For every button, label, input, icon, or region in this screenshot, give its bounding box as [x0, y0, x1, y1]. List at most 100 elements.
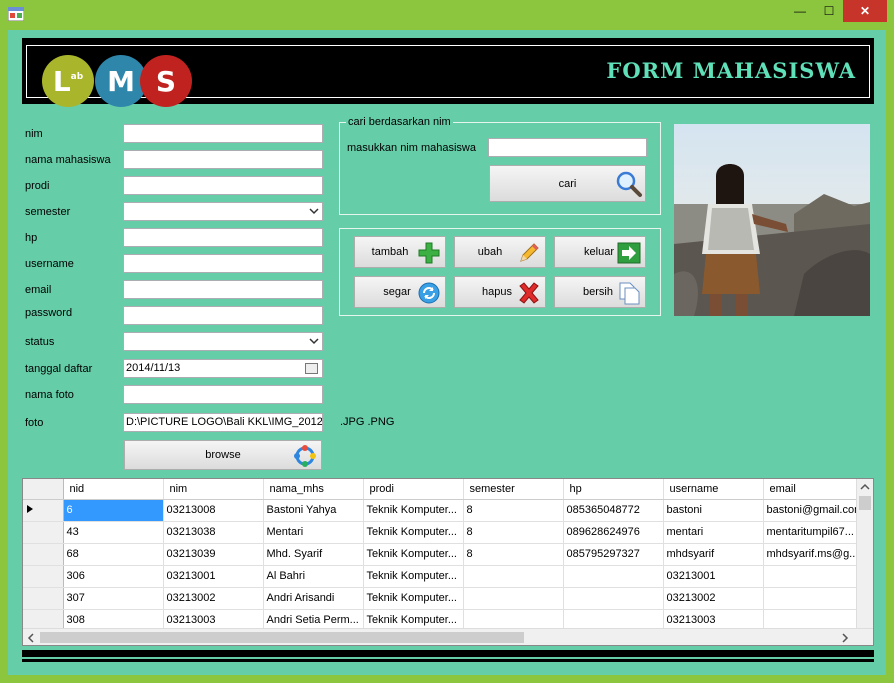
pencil-icon — [520, 243, 539, 262]
column-header[interactable]: email — [763, 479, 868, 500]
table-cell[interactable]: mentaritumpil67... — [763, 521, 868, 544]
table-cell[interactable] — [763, 565, 868, 588]
column-header[interactable]: semester — [463, 479, 564, 500]
table-cell[interactable]: mhdsyarif.ms@g... — [763, 543, 868, 566]
table-row[interactable]: 307 03213002 Andri Arisandi Teknik Komputer… — [23, 587, 868, 610]
refresh-icon — [418, 282, 440, 304]
calendar-icon[interactable] — [305, 363, 318, 374]
search-group-legend: cari berdasarkan nim — [346, 116, 453, 128]
username-input[interactable] — [123, 254, 323, 273]
nim-input[interactable] — [123, 124, 323, 143]
table-cell[interactable]: 307 — [63, 587, 164, 610]
table-cell[interactable] — [763, 587, 868, 610]
table-cell[interactable]: bastoni — [663, 499, 764, 522]
table-cell[interactable]: 03213002 — [663, 587, 764, 610]
tambah-button[interactable]: tambah — [354, 236, 446, 268]
table-cell[interactable] — [563, 587, 664, 610]
column-header[interactable]: prodi — [363, 479, 464, 500]
table-cell[interactable]: 03213001 — [663, 565, 764, 588]
table-row[interactable]: 306 03213001 Al Bahri Teknik Komputer... 032… — [23, 565, 868, 588]
table-cell[interactable] — [463, 587, 564, 610]
column-header[interactable]: nim — [163, 479, 264, 500]
vertical-scroll-thumb[interactable] — [859, 496, 871, 510]
ubah-button[interactable]: ubah — [454, 236, 546, 268]
table-cell[interactable] — [563, 565, 664, 588]
table-row[interactable]: 6 03213008 Bastoni Yahya Teknik Komputer...… — [23, 499, 868, 522]
status-select[interactable] — [123, 332, 323, 351]
search-nim-input[interactable] — [488, 138, 647, 157]
table-cell[interactable]: Teknik Komputer... — [363, 587, 464, 610]
table-cell[interactable]: Teknik Komputer... — [363, 521, 464, 544]
column-header[interactable]: hp — [563, 479, 664, 500]
table-cell[interactable]: 03213001 — [163, 565, 264, 588]
mahasiswa-data-grid[interactable]: nid nim nama_mhs prodi semester hp usern… — [22, 478, 874, 646]
table-cell[interactable]: 8 — [463, 499, 564, 522]
semester-select[interactable] — [123, 202, 323, 221]
close-button[interactable]: ✕ — [843, 0, 887, 22]
email-input[interactable] — [123, 280, 323, 299]
browse-button[interactable]: browse — [124, 440, 322, 470]
table-cell[interactable]: Teknik Komputer... — [363, 499, 464, 522]
table-cell[interactable]: 8 — [463, 521, 564, 544]
table-header-row: nid nim nama_mhs prodi semester hp usern… — [23, 479, 868, 500]
foto-path-input[interactable]: D:\PICTURE LOGO\Bali KKL\IMG_2012 — [123, 413, 323, 432]
bersih-button[interactable]: bersih — [554, 276, 646, 308]
table-cell[interactable]: 085365048772 — [563, 499, 664, 522]
cari-button[interactable]: cari — [489, 165, 646, 202]
vertical-scrollbar[interactable] — [856, 479, 873, 630]
table-cell[interactable]: mhdsyarif — [663, 543, 764, 566]
nama-mahasiswa-input[interactable] — [123, 150, 323, 169]
horizontal-scroll-thumb[interactable] — [40, 632, 524, 643]
row-header[interactable] — [23, 499, 64, 522]
prodi-input[interactable] — [123, 176, 323, 195]
nama-foto-input[interactable] — [123, 385, 323, 404]
logo-l-sub: ab — [70, 72, 84, 82]
segar-button[interactable]: segar — [354, 276, 446, 308]
tanggal-daftar-picker[interactable]: 2014/11/13 — [123, 359, 323, 378]
current-row-arrow-icon — [27, 504, 33, 513]
table-cell[interactable]: Teknik Komputer... — [363, 565, 464, 588]
table-cell[interactable]: 68 — [63, 543, 164, 566]
password-input[interactable] — [123, 306, 323, 325]
table-cell[interactable]: Bastoni Yahya — [263, 499, 364, 522]
student-photo — [674, 124, 870, 316]
table-cell[interactable]: Mentari — [263, 521, 364, 544]
column-header[interactable]: username — [663, 479, 764, 500]
scroll-left-icon[interactable] — [27, 633, 35, 643]
table-cell[interactable]: 43 — [63, 521, 164, 544]
scroll-up-icon[interactable] — [860, 483, 870, 491]
table-row[interactable]: 68 03213039 Mhd. Syarif Teknik Komputer... 8… — [23, 543, 868, 566]
horizontal-scrollbar[interactable] — [23, 628, 873, 645]
table-cell[interactable]: Teknik Komputer... — [363, 543, 464, 566]
table-cell[interactable]: bastoni@gmail.com — [763, 499, 868, 522]
table-cell[interactable]: 03213002 — [163, 587, 264, 610]
table-cell[interactable]: 03213039 — [163, 543, 264, 566]
keluar-button[interactable]: keluar — [554, 236, 646, 268]
table-cell[interactable]: 306 — [63, 565, 164, 588]
table-row[interactable]: 43 03213038 Mentari Teknik Komputer... 8 0896… — [23, 521, 868, 544]
table-cell[interactable]: Mhd. Syarif — [263, 543, 364, 566]
table-cell[interactable]: 03213038 — [163, 521, 264, 544]
table-cell[interactable]: 8 — [463, 543, 564, 566]
row-header[interactable] — [23, 587, 64, 610]
table-cell[interactable]: 03213008 — [163, 499, 264, 522]
hp-input[interactable] — [123, 228, 323, 247]
scroll-right-icon[interactable] — [841, 633, 849, 643]
table-cell[interactable]: 089628624976 — [563, 521, 664, 544]
table-cell[interactable]: Andri Arisandi — [263, 587, 364, 610]
table-cell[interactable]: 6 — [63, 499, 164, 522]
row-header[interactable] — [23, 565, 64, 588]
minimize-button[interactable]: — — [785, 0, 815, 22]
maximize-button[interactable]: ☐ — [815, 0, 843, 22]
column-header[interactable]: nama_mhs — [263, 479, 364, 500]
column-header[interactable]: nid — [63, 479, 164, 500]
table-cell[interactable]: Al Bahri — [263, 565, 364, 588]
row-header[interactable] — [23, 521, 64, 544]
table-cell[interactable] — [463, 565, 564, 588]
row-header[interactable] — [23, 543, 64, 566]
hapus-button[interactable]: hapus — [454, 276, 546, 308]
table-cell[interactable]: 085795297327 — [563, 543, 664, 566]
app-icon — [8, 7, 24, 21]
table-cell[interactable]: mentari — [663, 521, 764, 544]
refresh-icon — [294, 445, 316, 467]
